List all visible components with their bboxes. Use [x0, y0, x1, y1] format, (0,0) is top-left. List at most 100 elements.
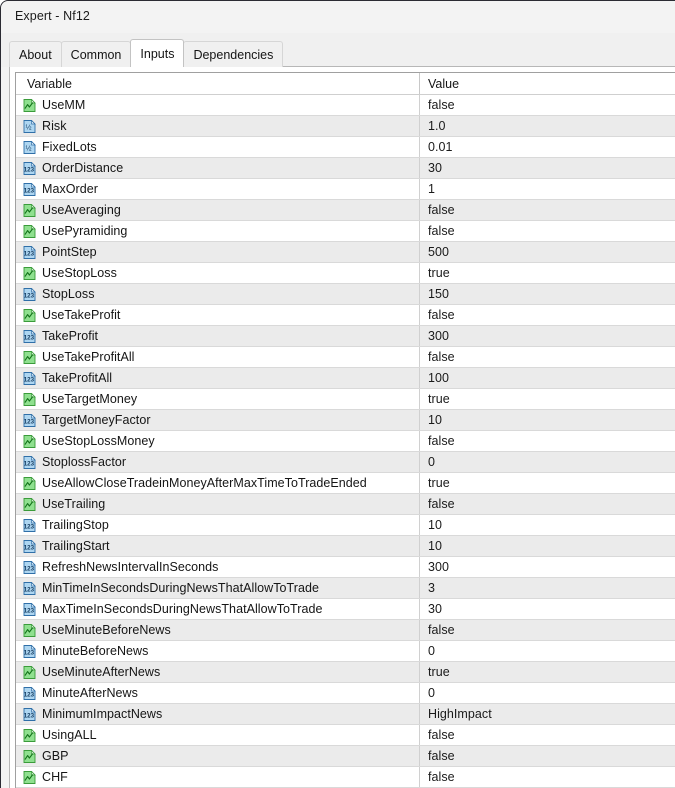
tab-about[interactable]: About	[9, 41, 62, 67]
table-row[interactable]: ½FixedLots0.01	[16, 137, 675, 158]
value-cell[interactable]: 0	[420, 641, 675, 661]
table-row[interactable]: UsingALLfalse	[16, 725, 675, 746]
value-cell[interactable]: false	[420, 95, 675, 115]
variable-cell[interactable]: 123MaxTimeInSecondsDuringNewsThatAllowTo…	[16, 599, 420, 619]
value-cell[interactable]: 1.0	[420, 116, 675, 136]
value-cell[interactable]: true	[420, 473, 675, 493]
variable-cell[interactable]: UseMM	[16, 95, 420, 115]
value-cell[interactable]: 300	[420, 557, 675, 577]
value-cell[interactable]: false	[420, 725, 675, 745]
value-cell[interactable]: false	[420, 494, 675, 514]
value-cell[interactable]: false	[420, 305, 675, 325]
column-header-value[interactable]: Value	[420, 73, 675, 94]
table-row[interactable]: UsePyramidingfalse	[16, 221, 675, 242]
variable-cell[interactable]: 123MinTimeInSecondsDuringNewsThatAllowTo…	[16, 578, 420, 598]
variable-cell[interactable]: 123StoplossFactor	[16, 452, 420, 472]
variable-cell[interactable]: 123MaxOrder	[16, 179, 420, 199]
variable-cell[interactable]: 123MinimumImpactNews	[16, 704, 420, 724]
table-row[interactable]: 123MinimumImpactNewsHighImpact	[16, 704, 675, 725]
table-row[interactable]: UseAllowCloseTradeinMoneyAfterMaxTimeToT…	[16, 473, 675, 494]
table-row[interactable]: 123TrailingStop10	[16, 515, 675, 536]
variable-cell[interactable]: ½FixedLots	[16, 137, 420, 157]
table-row[interactable]: 123TrailingStart10	[16, 536, 675, 557]
variable-cell[interactable]: GBP	[16, 746, 420, 766]
value-cell[interactable]: true	[420, 389, 675, 409]
value-cell[interactable]: 0	[420, 683, 675, 703]
variable-cell[interactable]: UseTakeProfitAll	[16, 347, 420, 367]
table-row[interactable]: 123StoplossFactor0	[16, 452, 675, 473]
tab-common[interactable]: Common	[61, 41, 132, 67]
variable-cell[interactable]: 123PointStep	[16, 242, 420, 262]
table-row[interactable]: 123PointStep500	[16, 242, 675, 263]
variable-cell[interactable]: 123TrailingStart	[16, 536, 420, 556]
table-row[interactable]: 123MinuteAfterNews0	[16, 683, 675, 704]
table-row[interactable]: UseTakeProfitfalse	[16, 305, 675, 326]
value-cell[interactable]: false	[420, 221, 675, 241]
table-row[interactable]: ½Risk1.0	[16, 116, 675, 137]
value-cell[interactable]: false	[420, 200, 675, 220]
value-cell[interactable]: 150	[420, 284, 675, 304]
variable-cell[interactable]: 123TrailingStop	[16, 515, 420, 535]
table-row[interactable]: 123OrderDistance30	[16, 158, 675, 179]
value-cell[interactable]: 30	[420, 599, 675, 619]
table-row[interactable]: 123StopLoss150	[16, 284, 675, 305]
value-cell[interactable]: 0	[420, 452, 675, 472]
value-cell[interactable]: 10	[420, 515, 675, 535]
value-cell[interactable]: 1	[420, 179, 675, 199]
value-cell[interactable]: false	[420, 347, 675, 367]
variable-cell[interactable]: UseAllowCloseTradeinMoneyAfterMaxTimeToT…	[16, 473, 420, 493]
variable-cell[interactable]: 123OrderDistance	[16, 158, 420, 178]
variable-cell[interactable]: CHF	[16, 767, 420, 787]
variable-cell[interactable]: UseMinuteBeforeNews	[16, 620, 420, 640]
value-cell[interactable]: 3	[420, 578, 675, 598]
table-row[interactable]: 123TakeProfit300	[16, 326, 675, 347]
variable-cell[interactable]: 123RefreshNewsIntervalInSeconds	[16, 557, 420, 577]
table-row[interactable]: CHFfalse	[16, 767, 675, 788]
value-cell[interactable]: 300	[420, 326, 675, 346]
variable-cell[interactable]: 123TakeProfit	[16, 326, 420, 346]
table-row[interactable]: 123MinTimeInSecondsDuringNewsThatAllowTo…	[16, 578, 675, 599]
table-row[interactable]: UseMinuteAfterNewstrue	[16, 662, 675, 683]
table-row[interactable]: 123TakeProfitAll100	[16, 368, 675, 389]
table-row[interactable]: UseStopLossMoneyfalse	[16, 431, 675, 452]
variable-cell[interactable]: UseAveraging	[16, 200, 420, 220]
variable-cell[interactable]: UsingALL	[16, 725, 420, 745]
variable-cell[interactable]: UseStopLossMoney	[16, 431, 420, 451]
value-cell[interactable]: 0.01	[420, 137, 675, 157]
table-row[interactable]: UseAveragingfalse	[16, 200, 675, 221]
variable-cell[interactable]: 123MinuteBeforeNews	[16, 641, 420, 661]
tab-dependencies[interactable]: Dependencies	[183, 41, 283, 67]
table-row[interactable]: 123RefreshNewsIntervalInSeconds300	[16, 557, 675, 578]
value-cell[interactable]: 10	[420, 410, 675, 430]
variable-cell[interactable]: UsePyramiding	[16, 221, 420, 241]
column-header-variable[interactable]: Variable	[16, 73, 420, 94]
variable-cell[interactable]: 123TargetMoneyFactor	[16, 410, 420, 430]
variable-cell[interactable]: UseTrailing	[16, 494, 420, 514]
table-row[interactable]: 123MaxOrder1	[16, 179, 675, 200]
table-row[interactable]: 123MaxTimeInSecondsDuringNewsThatAllowTo…	[16, 599, 675, 620]
variable-cell[interactable]: UseMinuteAfterNews	[16, 662, 420, 682]
variable-cell[interactable]: UseTargetMoney	[16, 389, 420, 409]
value-cell[interactable]: false	[420, 620, 675, 640]
table-row[interactable]: 123MinuteBeforeNews0	[16, 641, 675, 662]
table-row[interactable]: 123TargetMoneyFactor10	[16, 410, 675, 431]
tab-inputs[interactable]: Inputs	[130, 39, 184, 67]
variable-cell[interactable]: UseStopLoss	[16, 263, 420, 283]
value-cell[interactable]: 100	[420, 368, 675, 388]
variable-cell[interactable]: 123StopLoss	[16, 284, 420, 304]
value-cell[interactable]: false	[420, 431, 675, 451]
table-row[interactable]: UseMinuteBeforeNewsfalse	[16, 620, 675, 641]
variable-cell[interactable]: 123TakeProfitAll	[16, 368, 420, 388]
variable-cell[interactable]: UseTakeProfit	[16, 305, 420, 325]
value-cell[interactable]: false	[420, 767, 675, 787]
table-row[interactable]: UseMMfalse	[16, 95, 675, 116]
table-row[interactable]: UseTargetMoneytrue	[16, 389, 675, 410]
value-cell[interactable]: 30	[420, 158, 675, 178]
value-cell[interactable]: 10	[420, 536, 675, 556]
value-cell[interactable]: true	[420, 662, 675, 682]
value-cell[interactable]: true	[420, 263, 675, 283]
value-cell[interactable]: HighImpact	[420, 704, 675, 724]
variable-cell[interactable]: 123MinuteAfterNews	[16, 683, 420, 703]
variable-cell[interactable]: ½Risk	[16, 116, 420, 136]
table-row[interactable]: UseTrailingfalse	[16, 494, 675, 515]
